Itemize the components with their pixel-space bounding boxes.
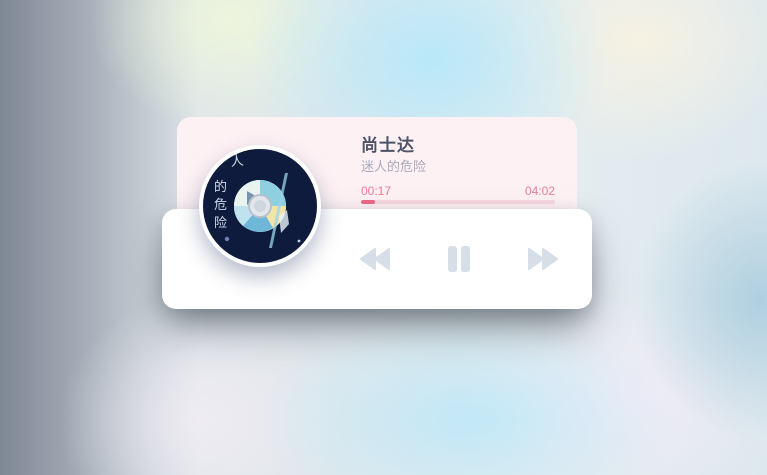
- fast-forward-icon: [528, 248, 558, 270]
- progress-fill: [361, 200, 375, 204]
- album-art-image: 人 的 危 险: [203, 149, 317, 263]
- progress-bar[interactable]: [361, 200, 555, 204]
- current-time: 00:17: [361, 184, 392, 198]
- svg-text:危: 危: [214, 198, 227, 213]
- music-player: 尚士达 迷人的危险 00:17 04:02 人 的 危 险: [162, 117, 592, 309]
- track-artist: 迷人的危险: [361, 159, 427, 174]
- fast-forward-button[interactable]: [524, 241, 560, 277]
- total-time: 04:02: [524, 184, 555, 198]
- pause-icon: [448, 246, 470, 272]
- svg-text:险: 险: [214, 216, 227, 231]
- rewind-icon: [360, 248, 390, 270]
- rewind-button[interactable]: [358, 241, 394, 277]
- cover-lettering: 人: [230, 154, 245, 170]
- album-cover: 人 的 危 险: [199, 145, 321, 267]
- pause-button[interactable]: [441, 241, 477, 277]
- track-title: 尚士达: [361, 136, 415, 155]
- svg-text:的: 的: [214, 179, 227, 195]
